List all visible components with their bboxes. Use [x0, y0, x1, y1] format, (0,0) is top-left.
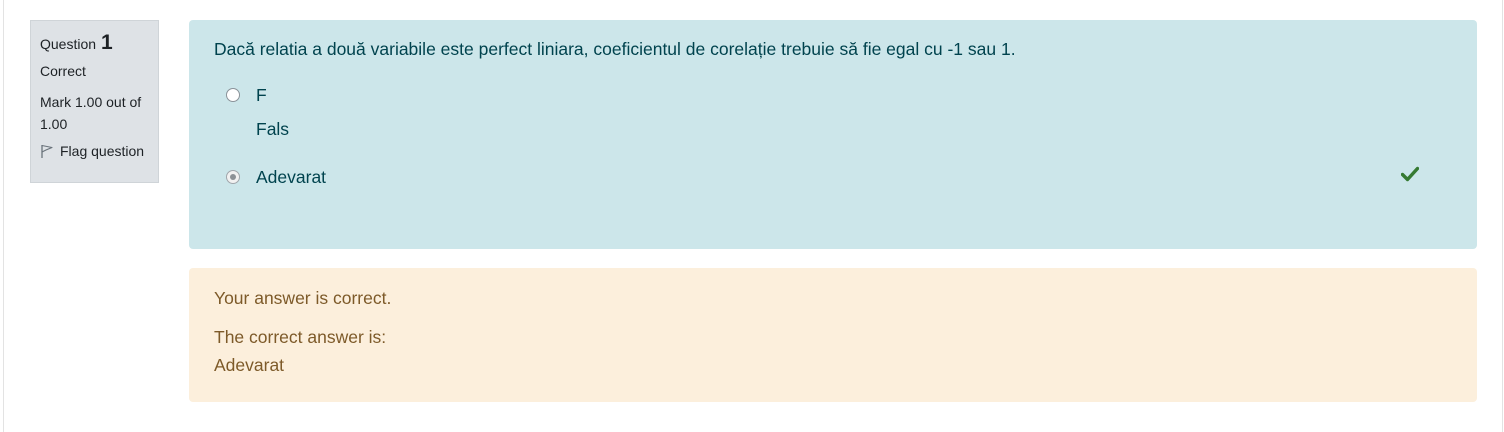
question-number: 1 — [101, 31, 113, 54]
answer-option-f[interactable]: F — [214, 82, 1452, 108]
question-grade: Mark 1.00 out of 1.00 — [40, 94, 142, 132]
question-number-row: Question 1 — [40, 31, 149, 55]
page: Question 1 Correct Mark 1.00 out of 1.00… — [3, 0, 1503, 432]
question-info-panel: Question 1 Correct Mark 1.00 out of 1.00… — [30, 20, 159, 183]
flag-question-label: Flag question — [60, 143, 145, 159]
answer-sublabel-fals: Fals — [256, 119, 290, 139]
question-text: Dacă relatia a două variabile este perfe… — [214, 39, 1016, 59]
flag-question-link[interactable]: Flag question — [40, 143, 149, 159]
right-answer-label: The correct answer is: — [214, 327, 387, 347]
answer-feedback: Your answer is correct. The correct answ… — [189, 268, 1477, 402]
answer-label-adevarat: Adevarat — [256, 166, 327, 187]
question-state: Correct — [40, 63, 86, 79]
answer-label-f: F — [256, 84, 267, 105]
answer-radio-f[interactable] — [226, 88, 240, 102]
specific-feedback: Your answer is correct. — [214, 288, 392, 308]
answer-radio-adevarat[interactable] — [226, 170, 240, 184]
answer-option-adevarat[interactable]: Adevarat — [214, 164, 1452, 190]
right-answer-value: Adevarat — [214, 355, 285, 375]
check-icon — [1400, 166, 1420, 182]
flag-icon — [40, 144, 54, 159]
question-word: Question — [40, 36, 97, 52]
question-formulation: Dacă relatia a două variabile este perfe… — [189, 20, 1477, 249]
